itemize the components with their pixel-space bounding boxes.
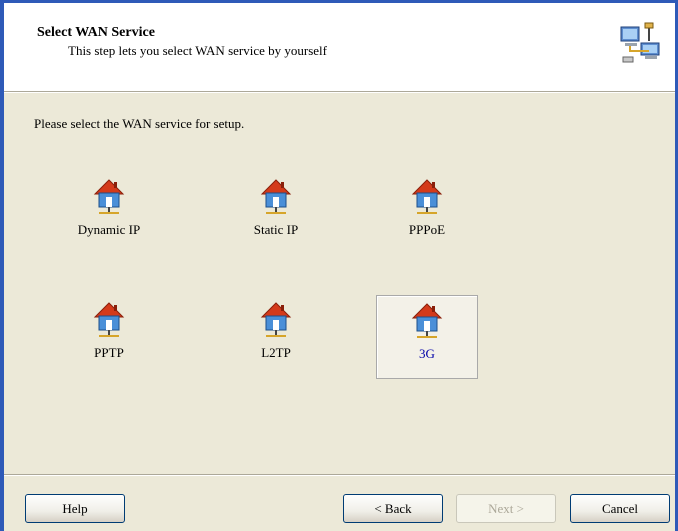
help-button[interactable]: Help xyxy=(25,494,125,523)
service-label: PPTP xyxy=(94,345,124,360)
back-button[interactable]: < Back xyxy=(343,494,443,523)
house-network-icon xyxy=(93,179,125,214)
service-dynamic-ip[interactable]: Dynamic IP xyxy=(58,178,160,262)
network-computers-icon xyxy=(620,22,660,63)
wizard-header: Select WAN Service This step lets you se… xyxy=(4,3,675,92)
service-label: PPPoE xyxy=(408,222,446,237)
service-3g[interactable]: 3G xyxy=(376,295,478,379)
footer-separator-highlight xyxy=(4,475,675,476)
house-network-icon xyxy=(411,303,443,338)
service-label: L2TP xyxy=(261,345,291,360)
service-label: Dynamic IP xyxy=(77,222,141,237)
header-subtitle: This step lets you select WAN service by… xyxy=(68,43,327,58)
house-network-icon xyxy=(260,302,292,337)
cancel-button[interactable]: Cancel xyxy=(570,494,670,523)
header-title: Select WAN Service xyxy=(37,25,155,40)
service-static-ip[interactable]: Static IP xyxy=(225,178,327,262)
next-button[interactable]: Next > xyxy=(456,494,556,523)
service-pppoe[interactable]: PPPoE xyxy=(376,178,478,262)
service-l2tp[interactable]: L2TP xyxy=(225,301,327,385)
house-network-icon xyxy=(260,179,292,214)
service-label: Static IP xyxy=(253,222,299,237)
header-separator xyxy=(4,92,675,93)
wizard-window: Select WAN Service This step lets you se… xyxy=(0,0,678,531)
service-pptp[interactable]: PPTP xyxy=(58,301,160,385)
service-prompt: Please select the WAN service for setup. xyxy=(34,116,245,131)
service-label: 3G xyxy=(419,346,435,361)
house-network-icon xyxy=(411,179,443,214)
house-network-icon xyxy=(93,302,125,337)
